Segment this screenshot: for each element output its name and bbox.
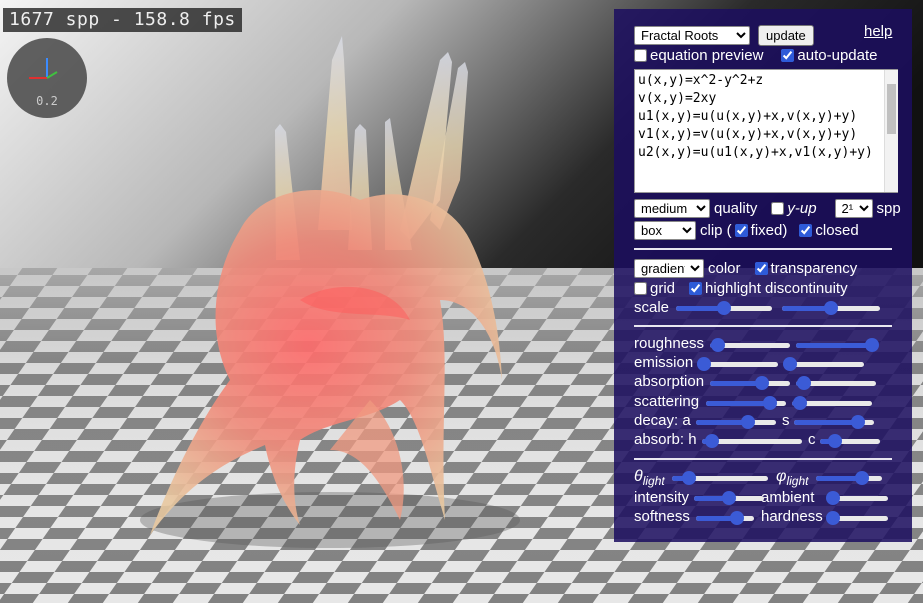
clip-select[interactable]: box	[634, 221, 696, 240]
clip-label: clip (	[700, 222, 732, 239]
slider-thumb[interactable]	[755, 376, 769, 390]
slider-thumb[interactable]	[696, 357, 711, 371]
highlight-discontinuity-label: highlight discontinuity	[705, 280, 848, 297]
color-select[interactable]: gradient	[634, 259, 704, 278]
decay-s-label: s	[782, 412, 790, 429]
slider-track[interactable]	[786, 362, 864, 367]
equation-preview-label: equation preview	[650, 47, 764, 64]
decay-a-label: decay: a	[634, 412, 691, 429]
hardness-slider[interactable]	[825, 509, 888, 527]
intensity-slider[interactable]	[694, 489, 764, 507]
preset-select[interactable]: Fractal Roots	[634, 26, 750, 45]
scattering-label: scattering	[634, 393, 700, 410]
scale-slider-1[interactable]	[676, 299, 772, 317]
zoom-readout: 0.2	[36, 94, 58, 108]
update-button[interactable]: update	[758, 25, 814, 46]
softness-label: softness	[634, 508, 690, 525]
y-up-checkbox[interactable]	[771, 202, 785, 215]
hardness-label: hardness	[761, 508, 823, 525]
slider-thumb[interactable]	[729, 511, 744, 525]
control-panel: Fractal Roots update help equation previ…	[614, 9, 912, 542]
help-link[interactable]: help	[864, 23, 892, 40]
equation-preview-checkbox[interactable]	[634, 49, 647, 62]
transparency-checkbox[interactable]	[754, 262, 768, 275]
quality-select[interactable]: medium	[634, 199, 710, 218]
highlight-discontinuity-checkbox[interactable]	[689, 282, 703, 295]
slider-thumb[interactable]	[705, 434, 719, 448]
absorption-label: absorption	[634, 373, 705, 390]
ambient-slider[interactable]	[825, 489, 888, 507]
softness-slider[interactable]	[696, 509, 754, 527]
slider-thumb[interactable]	[741, 415, 755, 429]
slider-thumb[interactable]	[797, 376, 811, 390]
spp-select[interactable]: 2¹⁴	[834, 199, 873, 218]
slider-track[interactable]	[700, 362, 778, 367]
slider-thumb[interactable]	[855, 471, 870, 485]
absorption-slider-1[interactable]	[710, 374, 790, 392]
clip-closed-checkbox[interactable]	[799, 224, 813, 237]
spp-label: spp	[876, 200, 901, 217]
decay-s-slider[interactable]	[794, 413, 874, 431]
axis-gizmo[interactable]: 0.2	[7, 38, 87, 118]
clip-fixed-label: fixed)	[750, 222, 788, 239]
slider-thumb[interactable]	[793, 396, 807, 410]
scattering-slider-2[interactable]	[792, 394, 872, 412]
slider-thumb[interactable]	[717, 301, 731, 315]
slider-thumb[interactable]	[824, 301, 838, 315]
phi-light-label: φlight	[776, 468, 809, 489]
theta-light-label: θlight	[634, 468, 665, 489]
clip-closed-label: closed	[815, 222, 859, 239]
absorb-h-label: absorb: h	[634, 431, 697, 448]
absorption-slider-2[interactable]	[796, 374, 876, 392]
absorb-c-slider[interactable]	[820, 432, 880, 450]
grid-checkbox[interactable]	[634, 282, 647, 295]
slider-thumb[interactable]	[825, 491, 840, 505]
slider-thumb[interactable]	[851, 415, 865, 429]
slider-thumb[interactable]	[763, 396, 777, 410]
scale-slider-2[interactable]	[782, 299, 880, 317]
intensity-label: intensity	[634, 489, 690, 506]
auto-update-label: auto-update	[797, 47, 878, 64]
divider	[634, 458, 892, 460]
absorb-c-label: c	[808, 431, 816, 448]
emission-slider-1[interactable]	[696, 355, 778, 373]
equation-scrollbar[interactable]	[884, 70, 898, 192]
emission-slider-2[interactable]	[782, 355, 864, 373]
slider-thumb[interactable]	[682, 471, 697, 485]
slider-fill	[796, 343, 872, 348]
absorb-h-slider[interactable]	[702, 432, 802, 450]
slider-thumb[interactable]	[825, 511, 840, 525]
roughness-slider-1[interactable]	[710, 336, 790, 354]
color-label: color	[708, 260, 741, 277]
scale-label: scale	[634, 299, 670, 316]
emission-label: emission	[634, 354, 694, 371]
decay-a-slider[interactable]	[696, 413, 776, 431]
y-up-label: y-up	[787, 200, 817, 217]
grid-label: grid	[650, 280, 676, 297]
roughness-label: roughness	[634, 335, 705, 352]
slider-fill	[794, 420, 858, 425]
scrollbar-thumb[interactable]	[887, 84, 896, 134]
auto-update-checkbox[interactable]	[781, 49, 795, 62]
fps-counter: 1677 spp - 158.8 fps	[3, 8, 242, 32]
slider-thumb[interactable]	[782, 357, 797, 371]
divider	[634, 325, 892, 327]
ambient-label: ambient	[761, 489, 815, 506]
slider-fill	[706, 401, 770, 406]
clip-fixed-checkbox[interactable]	[734, 224, 748, 237]
slider-thumb[interactable]	[711, 338, 725, 352]
transparency-label: transparency	[770, 260, 858, 277]
slider-thumb[interactable]	[865, 338, 879, 352]
slider-thumb[interactable]	[722, 491, 736, 505]
theta-light-slider[interactable]	[672, 469, 768, 487]
phi-light-slider[interactable]	[816, 469, 882, 487]
slider-thumb[interactable]	[828, 434, 842, 448]
equation-editor[interactable]: u(x,y)=x^2-y^2+z v(x,y)=2xy u1(x,y)=u(u(…	[634, 69, 898, 193]
quality-label: quality	[714, 200, 758, 217]
divider	[634, 248, 892, 250]
scattering-slider-1[interactable]	[706, 394, 786, 412]
roughness-slider-2[interactable]	[796, 336, 879, 354]
